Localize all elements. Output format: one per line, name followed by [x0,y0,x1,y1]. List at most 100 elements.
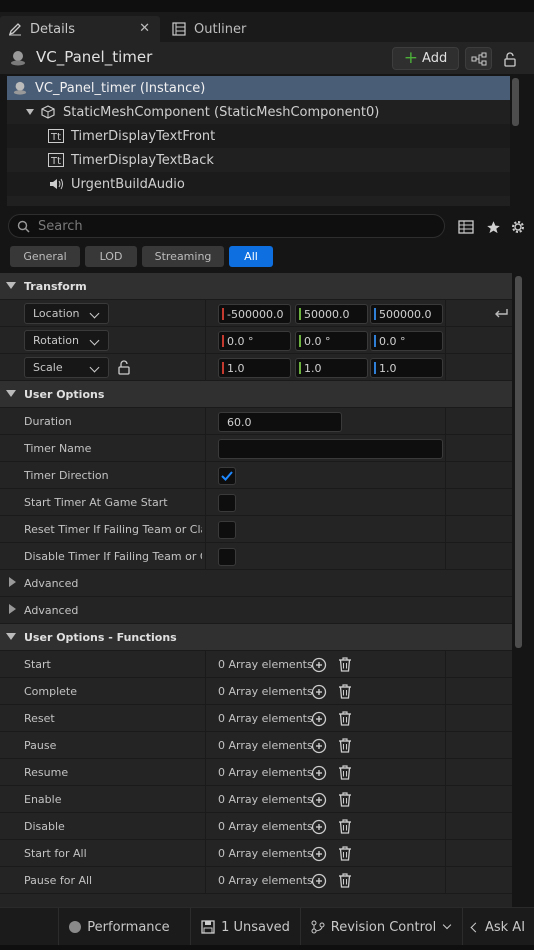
column-divider [205,678,206,705]
tree-scrollbar[interactable] [512,78,519,126]
tree-item-text-front[interactable]: Tt TimerDisplayTextFront [7,124,510,148]
trash-icon[interactable] [337,683,353,700]
trash-icon[interactable] [337,818,353,835]
column-divider [205,786,206,813]
location-y-field[interactable]: 50000.0 [295,304,368,324]
add-element-icon[interactable] [311,765,327,781]
details-scrollbar[interactable] [515,276,522,648]
add-element-icon[interactable] [311,873,327,889]
trash-icon[interactable] [337,872,353,889]
filter-lod[interactable]: LOD [85,246,137,267]
category-user-options-functions[interactable]: User Options - Functions [0,624,512,651]
scale-x-field[interactable]: 1.0 [218,358,291,378]
chevron-left-icon [470,922,481,932]
add-element-icon[interactable] [311,657,327,673]
rotation-dropdown[interactable]: Rotation [24,330,109,351]
location-dropdown[interactable]: Location [24,303,109,324]
settings-button[interactable] [509,218,527,236]
add-button-label: Add [422,51,448,66]
function-row: Disable 0 Array elements [0,813,512,840]
disable-if-failing-checkbox[interactable] [218,548,236,566]
location-label: Location [33,307,80,320]
duration-field[interactable]: 60.0 [218,412,342,432]
unlock-icon[interactable] [117,360,131,375]
timer-name-field[interactable] [218,439,443,459]
add-element-icon[interactable] [311,684,327,700]
timer-direction-checkbox[interactable] [218,467,236,485]
filter-general[interactable]: General [10,246,80,267]
expand-arrow-icon[interactable] [26,109,34,115]
property-label: Start Timer At Game Start [24,496,168,509]
chevron-down-icon [89,362,100,373]
add-element-icon[interactable] [311,738,327,754]
tab-outliner[interactable]: Outliner [164,16,274,42]
advanced-label: Advanced [24,577,79,590]
close-tab-icon[interactable]: ✕ [139,21,150,36]
trash-icon[interactable] [337,710,353,727]
property-reset-if-failing: Reset Timer If Failing Team or Cla... [0,516,512,543]
unsaved-button[interactable]: 1 Unsaved [190,908,300,946]
add-element-icon[interactable] [311,819,327,835]
add-element-icon[interactable] [311,846,327,862]
trash-icon[interactable] [337,737,353,754]
window-bottom-strip [0,945,534,950]
rotation-x-field[interactable]: 0.0 ° [218,331,291,351]
filter-all[interactable]: All [229,246,273,267]
unlock-icon [504,51,516,67]
search-input[interactable]: Search [8,214,445,238]
tree-item-root[interactable]: VC_Panel_timer (Instance) [7,76,510,100]
blueprint-button[interactable] [465,47,492,70]
performance-button[interactable]: Performance [58,908,180,946]
array-count: 0 Array elements [218,685,313,698]
add-element-icon[interactable] [311,792,327,808]
rotation-y-field[interactable]: 0.0 ° [295,331,368,351]
add-element-icon[interactable] [311,711,327,727]
scale-label: Scale [33,361,63,374]
tree-item-text-back[interactable]: Tt TimerDisplayTextBack [7,148,510,172]
property-matrix-button[interactable] [457,218,475,236]
favorites-button[interactable] [484,218,502,236]
filter-streaming[interactable]: Streaming [142,246,224,267]
location-x-field[interactable]: -500000.0 [218,304,291,324]
reset-to-default-icon[interactable] [493,306,509,320]
rotation-z-field[interactable]: 0.0 ° [370,331,443,351]
tab-details[interactable]: Details ✕ [0,16,160,42]
location-z-field[interactable]: 500000.0 [370,304,443,324]
column-divider [445,516,446,543]
column-divider [445,813,446,840]
scale-y-field[interactable]: 1.0 [295,358,368,378]
trash-icon[interactable] [337,764,353,781]
property-label: Complete [24,685,78,698]
ask-ai-button[interactable]: Ask AI [462,908,534,946]
trash-icon[interactable] [337,791,353,808]
category-transform[interactable]: Transform [0,273,512,300]
advanced-section-1[interactable]: Advanced [0,570,512,597]
column-divider [445,543,446,570]
advanced-section-2[interactable]: Advanced [0,597,512,624]
property-label: Reset [24,712,55,725]
property-label: Pause for All [24,874,93,887]
array-count: 0 Array elements [218,793,313,806]
trash-icon[interactable] [337,656,353,673]
scale-z-field[interactable]: 1.0 [370,358,443,378]
add-component-button[interactable]: + Add [392,47,459,70]
mesh-icon [39,104,57,120]
status-bar: Performance 1 Unsaved Revision Control A… [0,907,534,946]
property-timer-direction: Timer Direction [0,462,512,489]
lock-button[interactable] [500,49,520,69]
revision-control-button[interactable]: Revision Control [300,908,460,946]
blueprint-icon [471,52,486,65]
tree-item-static-mesh[interactable]: StaticMeshComponent (StaticMeshComponent… [7,100,510,124]
tree-item-partial[interactable] [7,196,510,206]
function-row: Start for All 0 Array elements [0,840,512,867]
column-divider [205,705,206,732]
start-at-game-start-checkbox[interactable] [218,494,236,512]
column-divider [445,408,446,435]
reset-if-failing-checkbox[interactable] [218,521,236,539]
trash-icon[interactable] [337,845,353,862]
category-user-options[interactable]: User Options [0,381,512,408]
collapse-arrow-icon [6,633,16,640]
array-count: 0 Array elements [218,847,313,860]
tree-item-audio[interactable]: UrgentBuildAudio [7,172,510,196]
scale-dropdown[interactable]: Scale [24,357,109,378]
